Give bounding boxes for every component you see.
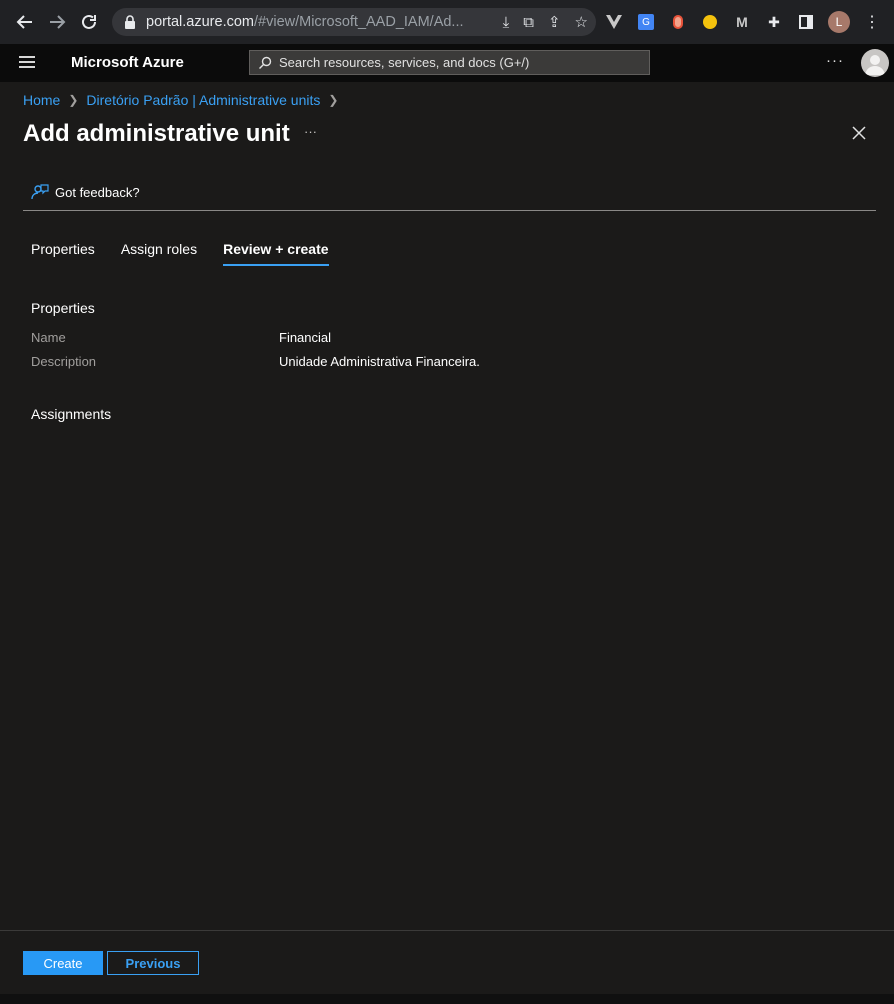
previous-button[interactable]: Previous bbox=[107, 951, 199, 975]
extension-red-icon[interactable] bbox=[668, 12, 688, 32]
close-icon[interactable] bbox=[851, 125, 867, 141]
translate-icon[interactable]: ⧉ bbox=[523, 14, 534, 31]
brand-name[interactable]: Microsoft Azure bbox=[71, 54, 184, 71]
tab-assign-roles[interactable]: Assign roles bbox=[121, 241, 197, 266]
footer-divider bbox=[0, 930, 894, 931]
assignments-heading: Assignments bbox=[31, 406, 112, 422]
reload-icon[interactable] bbox=[74, 7, 104, 37]
chevron-right-icon: ❯ bbox=[68, 93, 79, 107]
back-arrow-icon[interactable] bbox=[10, 7, 40, 37]
name-label: Name bbox=[31, 330, 66, 345]
google-translate-icon[interactable]: G bbox=[636, 12, 656, 32]
hamburger-menu-icon[interactable] bbox=[19, 56, 35, 68]
breadcrumb-home[interactable]: Home bbox=[23, 92, 60, 108]
browser-profile-avatar[interactable]: L bbox=[828, 11, 850, 33]
window-bottom-edge bbox=[0, 994, 894, 1004]
lock-icon bbox=[125, 15, 135, 29]
share-icon[interactable]: ⇪ bbox=[548, 13, 561, 31]
vue-devtools-icon[interactable] bbox=[604, 12, 624, 32]
chevron-right-icon: ❯ bbox=[328, 93, 339, 107]
azure-header: Microsoft Azure Search resources, servic… bbox=[0, 44, 894, 82]
user-avatar[interactable] bbox=[861, 49, 889, 77]
browser-menu-icon[interactable]: ⋮ bbox=[862, 12, 882, 32]
feedback-link[interactable]: Got feedback? bbox=[31, 183, 140, 201]
tab-properties[interactable]: Properties bbox=[31, 241, 95, 266]
extension-m-icon[interactable]: M bbox=[732, 12, 752, 32]
divider bbox=[23, 210, 876, 211]
search-placeholder: Search resources, services, and docs (G+… bbox=[279, 55, 530, 70]
feedback-label: Got feedback? bbox=[55, 184, 140, 200]
url-text: portal.azure.com/#view/Microsoft_AAD_IAM… bbox=[146, 14, 464, 30]
install-icon[interactable]: ⤓ bbox=[503, 14, 510, 31]
search-icon bbox=[259, 56, 272, 69]
create-button[interactable]: Create bbox=[23, 951, 103, 975]
title-more-options-icon[interactable]: ··· bbox=[304, 124, 317, 139]
more-options-icon[interactable]: ··· bbox=[826, 52, 844, 69]
properties-heading: Properties bbox=[31, 300, 95, 316]
extension-yellow-icon[interactable] bbox=[700, 12, 720, 32]
browser-toolbar: portal.azure.com/#view/Microsoft_AAD_IAM… bbox=[0, 0, 894, 44]
side-panel-icon[interactable] bbox=[796, 12, 816, 32]
name-value: Financial bbox=[279, 330, 332, 345]
breadcrumb-parent[interactable]: Diretório Padrão | Administrative units bbox=[86, 92, 320, 108]
description-value: Unidade Administrativa Financeira. bbox=[279, 354, 480, 369]
page-title: Add administrative unit bbox=[23, 120, 290, 147]
forward-arrow-icon[interactable] bbox=[42, 7, 72, 37]
extensions-puzzle-icon[interactable]: ✚ bbox=[764, 12, 784, 32]
address-bar[interactable]: portal.azure.com/#view/Microsoft_AAD_IAM… bbox=[112, 8, 596, 36]
wizard-tabs: Properties Assign roles Review + create bbox=[31, 241, 355, 266]
global-search-input[interactable]: Search resources, services, and docs (G+… bbox=[249, 50, 650, 75]
feedback-icon bbox=[31, 184, 49, 200]
description-label: Description bbox=[31, 354, 97, 369]
breadcrumb: Home ❯ Diretório Padrão | Administrative… bbox=[23, 92, 346, 108]
tab-review-create[interactable]: Review + create bbox=[223, 241, 329, 266]
bookmark-star-icon[interactable]: ☆ bbox=[575, 13, 588, 31]
